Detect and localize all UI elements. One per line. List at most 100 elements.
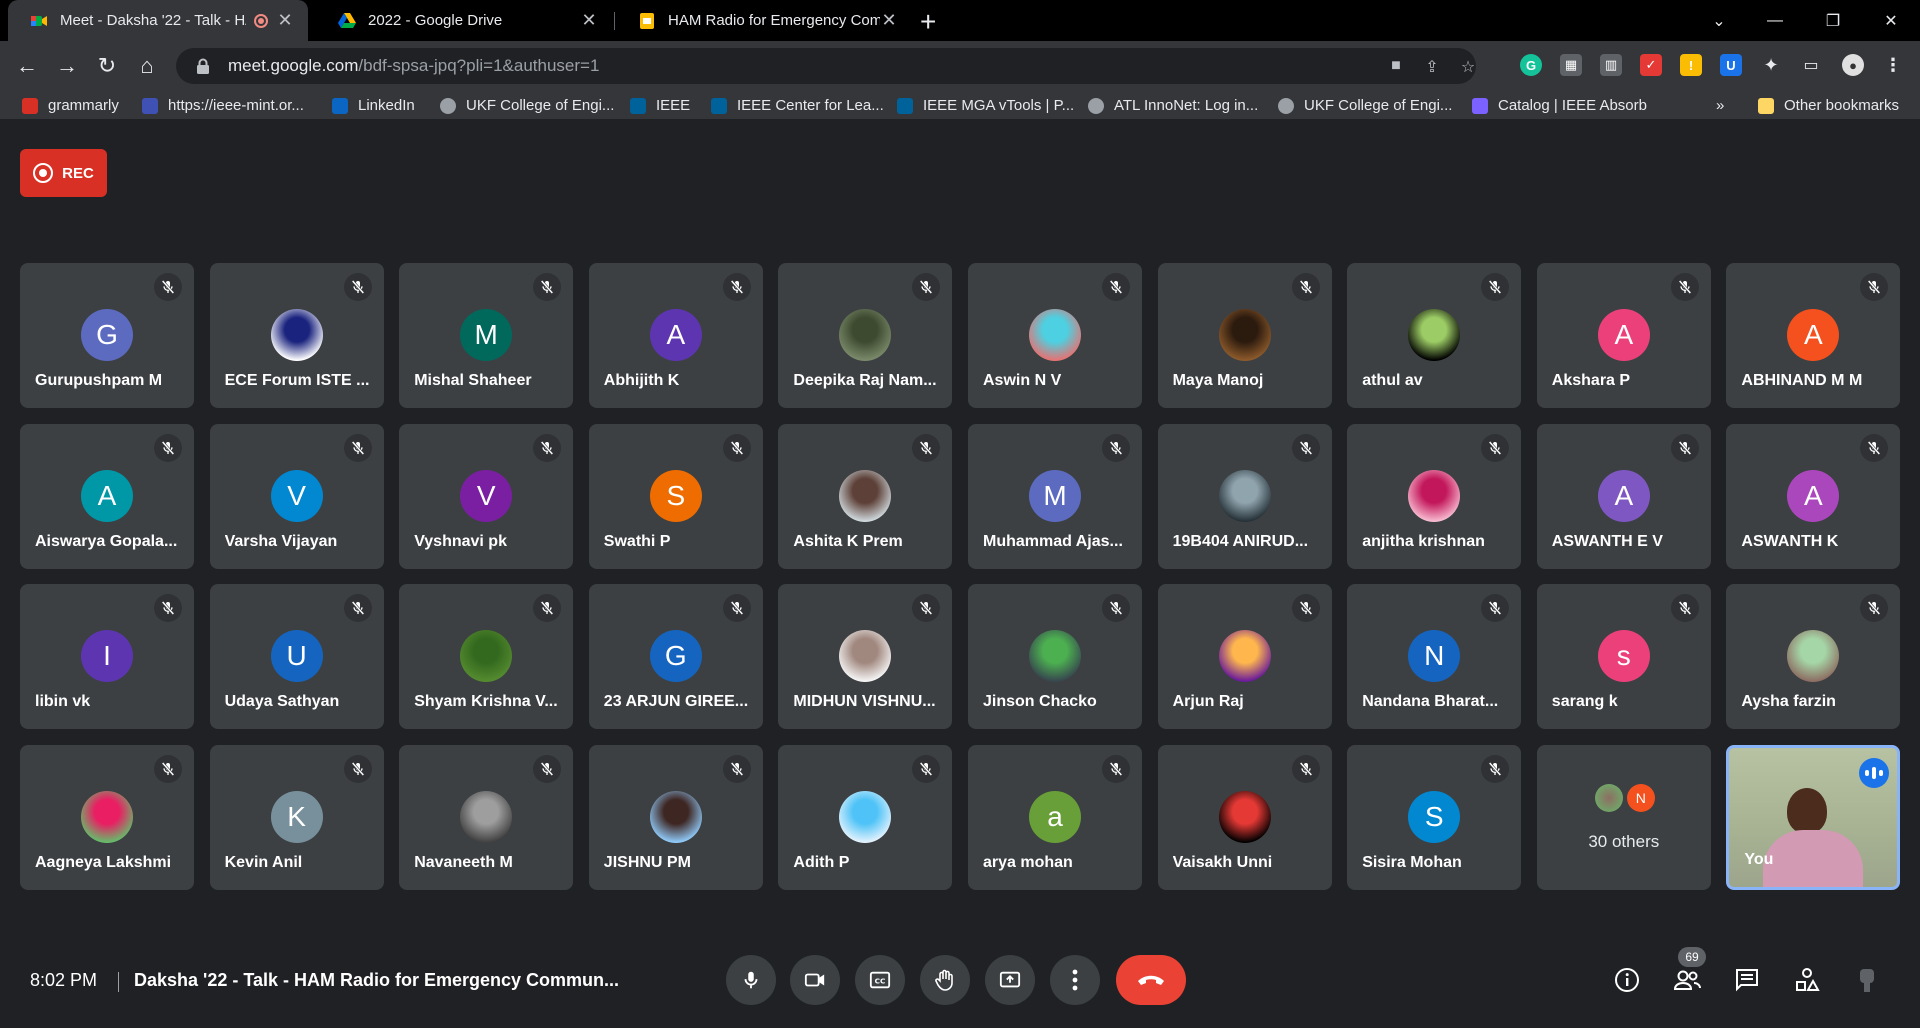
more-options-button[interactable]	[1050, 955, 1100, 1005]
participant-name: Vyshnavi pk	[414, 532, 507, 550]
avatar: A	[81, 469, 133, 522]
participant-tile[interactable]: Aswin N V	[968, 263, 1142, 408]
bookmark-item[interactable]: IEEE MGA vTools | P...	[897, 95, 1074, 116]
participant-tile[interactable]: K Kevin Anil	[209, 744, 384, 890]
participant-tile[interactable]: G Gurupushpam M	[20, 263, 194, 408]
chat-button[interactable]	[1732, 965, 1762, 995]
participant-tile[interactable]: a arya mohan	[968, 744, 1142, 890]
participant-tile[interactable]: Arjun Raj	[1157, 584, 1332, 729]
participant-tile[interactable]: S Sisira Mohan	[1347, 744, 1522, 890]
grid-extension-icon[interactable]: ▦	[1560, 54, 1582, 76]
participant-tile[interactable]: U Udaya Sathyan	[209, 584, 384, 729]
check-extension-icon[interactable]: ✓	[1640, 54, 1662, 76]
close-tab-icon[interactable]: ✕	[880, 10, 898, 31]
reload-icon[interactable]: ↻	[94, 53, 120, 79]
mic-off-icon	[912, 754, 941, 783]
bookmarks-overflow-icon[interactable]: »	[1716, 95, 1724, 116]
participant-tile[interactable]: G 23 ARJUN GIREE...	[588, 584, 763, 729]
activities-button[interactable]	[1792, 965, 1822, 995]
close-tab-icon[interactable]: ✕	[580, 10, 598, 31]
back-arrow-icon[interactable]: ←	[14, 53, 40, 79]
participant-tile[interactable]: A Abhijith K	[588, 263, 763, 408]
participant-tile[interactable]: A Aiswarya Gopala...	[20, 423, 194, 569]
meeting-details-button[interactable]	[1612, 965, 1642, 995]
participant-tile[interactable]: A Akshara P	[1536, 263, 1711, 408]
people-button[interactable]	[1672, 965, 1702, 995]
bookmark-item[interactable]: LinkedIn	[332, 95, 415, 116]
other-bookmarks[interactable]: Other bookmarks	[1758, 95, 1899, 116]
bookmark-item[interactable]: ATL InnoNet: Log in...	[1088, 95, 1258, 116]
reader-extension-icon[interactable]: ▥	[1600, 54, 1622, 76]
grammarly-extension-icon[interactable]: G	[1520, 54, 1542, 76]
bookmark-item[interactable]: grammarly	[22, 95, 119, 116]
self-video-tile[interactable]: You	[1726, 744, 1901, 890]
new-tab-plus-icon[interactable]: +	[920, 6, 936, 38]
participant-tile[interactable]: ECE Forum ISTE ...	[209, 263, 384, 408]
close-tab-icon[interactable]: ✕	[276, 10, 294, 31]
camera-permission-icon[interactable]: ■	[1386, 57, 1406, 77]
bookmark-item[interactable]: UKF College of Engi...	[440, 95, 614, 116]
address-bar[interactable]: meet.google.com /bdf-spsa-jpq?pli=1&auth…	[176, 48, 1476, 84]
captions-button[interactable]: CC	[855, 955, 905, 1005]
cast-icon[interactable]: ▭	[1800, 54, 1822, 76]
participant-tile[interactable]: anjitha krishnan	[1347, 423, 1522, 569]
participant-tile[interactable]: athul av	[1347, 263, 1522, 408]
profile-avatar[interactable]: ●	[1842, 54, 1864, 76]
participant-tile[interactable]: Jinson Chacko	[968, 584, 1142, 729]
bulb-extension-icon[interactable]: !	[1680, 54, 1702, 76]
participant-tile[interactable]: Ashita K Prem	[778, 423, 953, 569]
bookmark-star-icon[interactable]: ☆	[1458, 57, 1478, 77]
microphone-button[interactable]	[726, 955, 776, 1005]
bookmark-item[interactable]: UKF College of Engi...	[1278, 95, 1452, 116]
participant-tile[interactable]: Aysha farzin	[1726, 584, 1901, 729]
bookmark-item[interactable]: IEEE	[630, 95, 690, 116]
participant-tile[interactable]: M Muhammad Ajas...	[968, 423, 1142, 569]
leave-call-button[interactable]	[1116, 955, 1186, 1005]
participant-tile[interactable]: Deepika Raj Nam...	[778, 263, 953, 408]
tab-drive[interactable]: 2022 - Google Drive ✕	[316, 0, 612, 41]
present-screen-button[interactable]	[985, 955, 1035, 1005]
participant-tile[interactable]: S Swathi P	[588, 423, 763, 569]
participant-tile[interactable]: Aagneya Lakshmi	[20, 744, 194, 890]
others-tile[interactable]: N 30 others	[1536, 744, 1711, 890]
forward-arrow-icon[interactable]: →	[54, 53, 80, 79]
participant-tile[interactable]: Navaneeth M	[399, 744, 574, 890]
recording-badge[interactable]: REC	[20, 149, 107, 197]
minimize-window-icon[interactable]: —	[1750, 0, 1800, 41]
participant-tile[interactable]: A ABHINAND M M	[1726, 263, 1901, 408]
participant-tile[interactable]: A ASWANTH E V	[1536, 423, 1711, 569]
participant-tile[interactable]: A ASWANTH K	[1726, 423, 1901, 569]
bookmark-item[interactable]: Catalog | IEEE Absorb	[1472, 95, 1647, 116]
participant-tile[interactable]: Ilibin vk	[20, 584, 194, 729]
camera-button[interactable]	[790, 955, 840, 1005]
raise-hand-button[interactable]	[920, 955, 970, 1005]
restore-window-icon[interactable]: ❐	[1808, 0, 1858, 41]
participant-tile[interactable]: 19B404 ANIRUD...	[1157, 423, 1332, 569]
extensions-puzzle-icon[interactable]: ✦	[1760, 54, 1782, 76]
participant-tile[interactable]: MIDHUN VISHNU...	[778, 584, 953, 729]
home-icon[interactable]: ⌂	[134, 53, 160, 79]
participant-tile[interactable]: JISHNU PM	[588, 744, 763, 890]
participant-tile[interactable]: Vaisakh Unni	[1157, 744, 1332, 890]
chrome-menu-icon[interactable]: ⋮	[1882, 54, 1904, 76]
participant-tile[interactable]: s sarang k	[1536, 584, 1711, 729]
host-controls-button[interactable]	[1852, 965, 1882, 995]
participant-tile[interactable]: V Varsha Vijayan	[209, 423, 384, 569]
tab-meet[interactable]: Meet - Daksha '22 - Talk - HAM ✕	[8, 0, 308, 41]
participant-tile[interactable]: V Vyshnavi pk	[399, 423, 574, 569]
u-extension-icon[interactable]: U	[1720, 54, 1742, 76]
tab-slides[interactable]: HAM Radio for Emergency Comm ✕	[616, 0, 912, 41]
participant-tile[interactable]: Adith P	[778, 744, 953, 890]
tab-search-chevron-icon[interactable]: ⌄	[1694, 0, 1744, 41]
participant-tile[interactable]: Shyam Krishna V...	[399, 584, 574, 729]
bookmark-item[interactable]: IEEE Center for Lea...	[711, 95, 884, 116]
bookmark-item[interactable]: https://ieee-mint.or...	[142, 95, 304, 116]
participant-tile[interactable]: N Nandana Bharat...	[1347, 584, 1522, 729]
participant-grid: G Gurupushpam M ECE Forum ISTE ... M Mishal …	[20, 263, 1901, 890]
share-icon[interactable]: ⇪	[1422, 57, 1442, 77]
mic-off-icon	[1102, 433, 1130, 462]
participant-tile[interactable]: M Mishal Shaheer	[399, 263, 574, 408]
participant-tile[interactable]: Maya Manoj	[1157, 263, 1332, 408]
close-window-icon[interactable]: ✕	[1866, 0, 1916, 41]
globe-icon	[1278, 97, 1294, 114]
